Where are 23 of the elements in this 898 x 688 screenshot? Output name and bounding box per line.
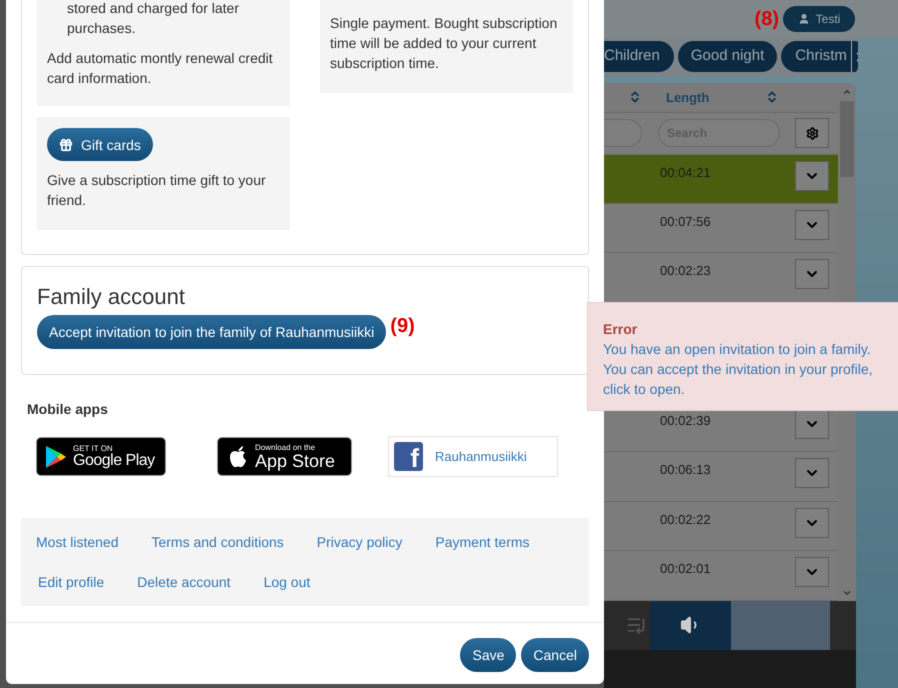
badge-title: Google Play bbox=[73, 452, 155, 468]
facebook-label: Rauhanmusiikki bbox=[435, 448, 527, 466]
badge-caption: Download on the bbox=[255, 444, 316, 452]
section-title: Mobile apps bbox=[27, 400, 109, 419]
badge-title: App Store bbox=[255, 452, 336, 470]
length-cell-text: 00:02:39 bbox=[660, 412, 711, 430]
badge-caption: GET IT ON bbox=[73, 444, 114, 452]
length-cell-text: 00:02:22 bbox=[660, 510, 711, 529]
annotation-marker: (9) bbox=[390, 314, 415, 339]
length-cell-text: 00:02:23 bbox=[660, 262, 711, 280]
info-text: Give a subscription time gift to your friend. bbox=[47, 171, 267, 210]
toast-message: You have an open invitation to join a family. You can accept the invitation in your profile, click to open. bbox=[603, 340, 874, 399]
toast-title: Error bbox=[603, 320, 638, 339]
length-cell-text: 00:04:21 bbox=[660, 164, 711, 182]
family-title: Family account bbox=[37, 284, 186, 310]
length-cell-text: 00:07:56 bbox=[660, 213, 711, 232]
facebook-logo: f bbox=[394, 442, 423, 471]
annotation-marker: (8) bbox=[754, 6, 779, 32]
length-cell-text: 00:06:13 bbox=[660, 461, 711, 480]
info-text: Add automatic montly renewal credit card information. bbox=[47, 49, 274, 88]
length-cell-text: 00:02:01 bbox=[660, 560, 711, 578]
list-item: stored and charged for later purchases. bbox=[67, 0, 240, 38]
info-text: Single payment. Bought subscription time will be added to your current subscription time. bbox=[330, 14, 558, 73]
